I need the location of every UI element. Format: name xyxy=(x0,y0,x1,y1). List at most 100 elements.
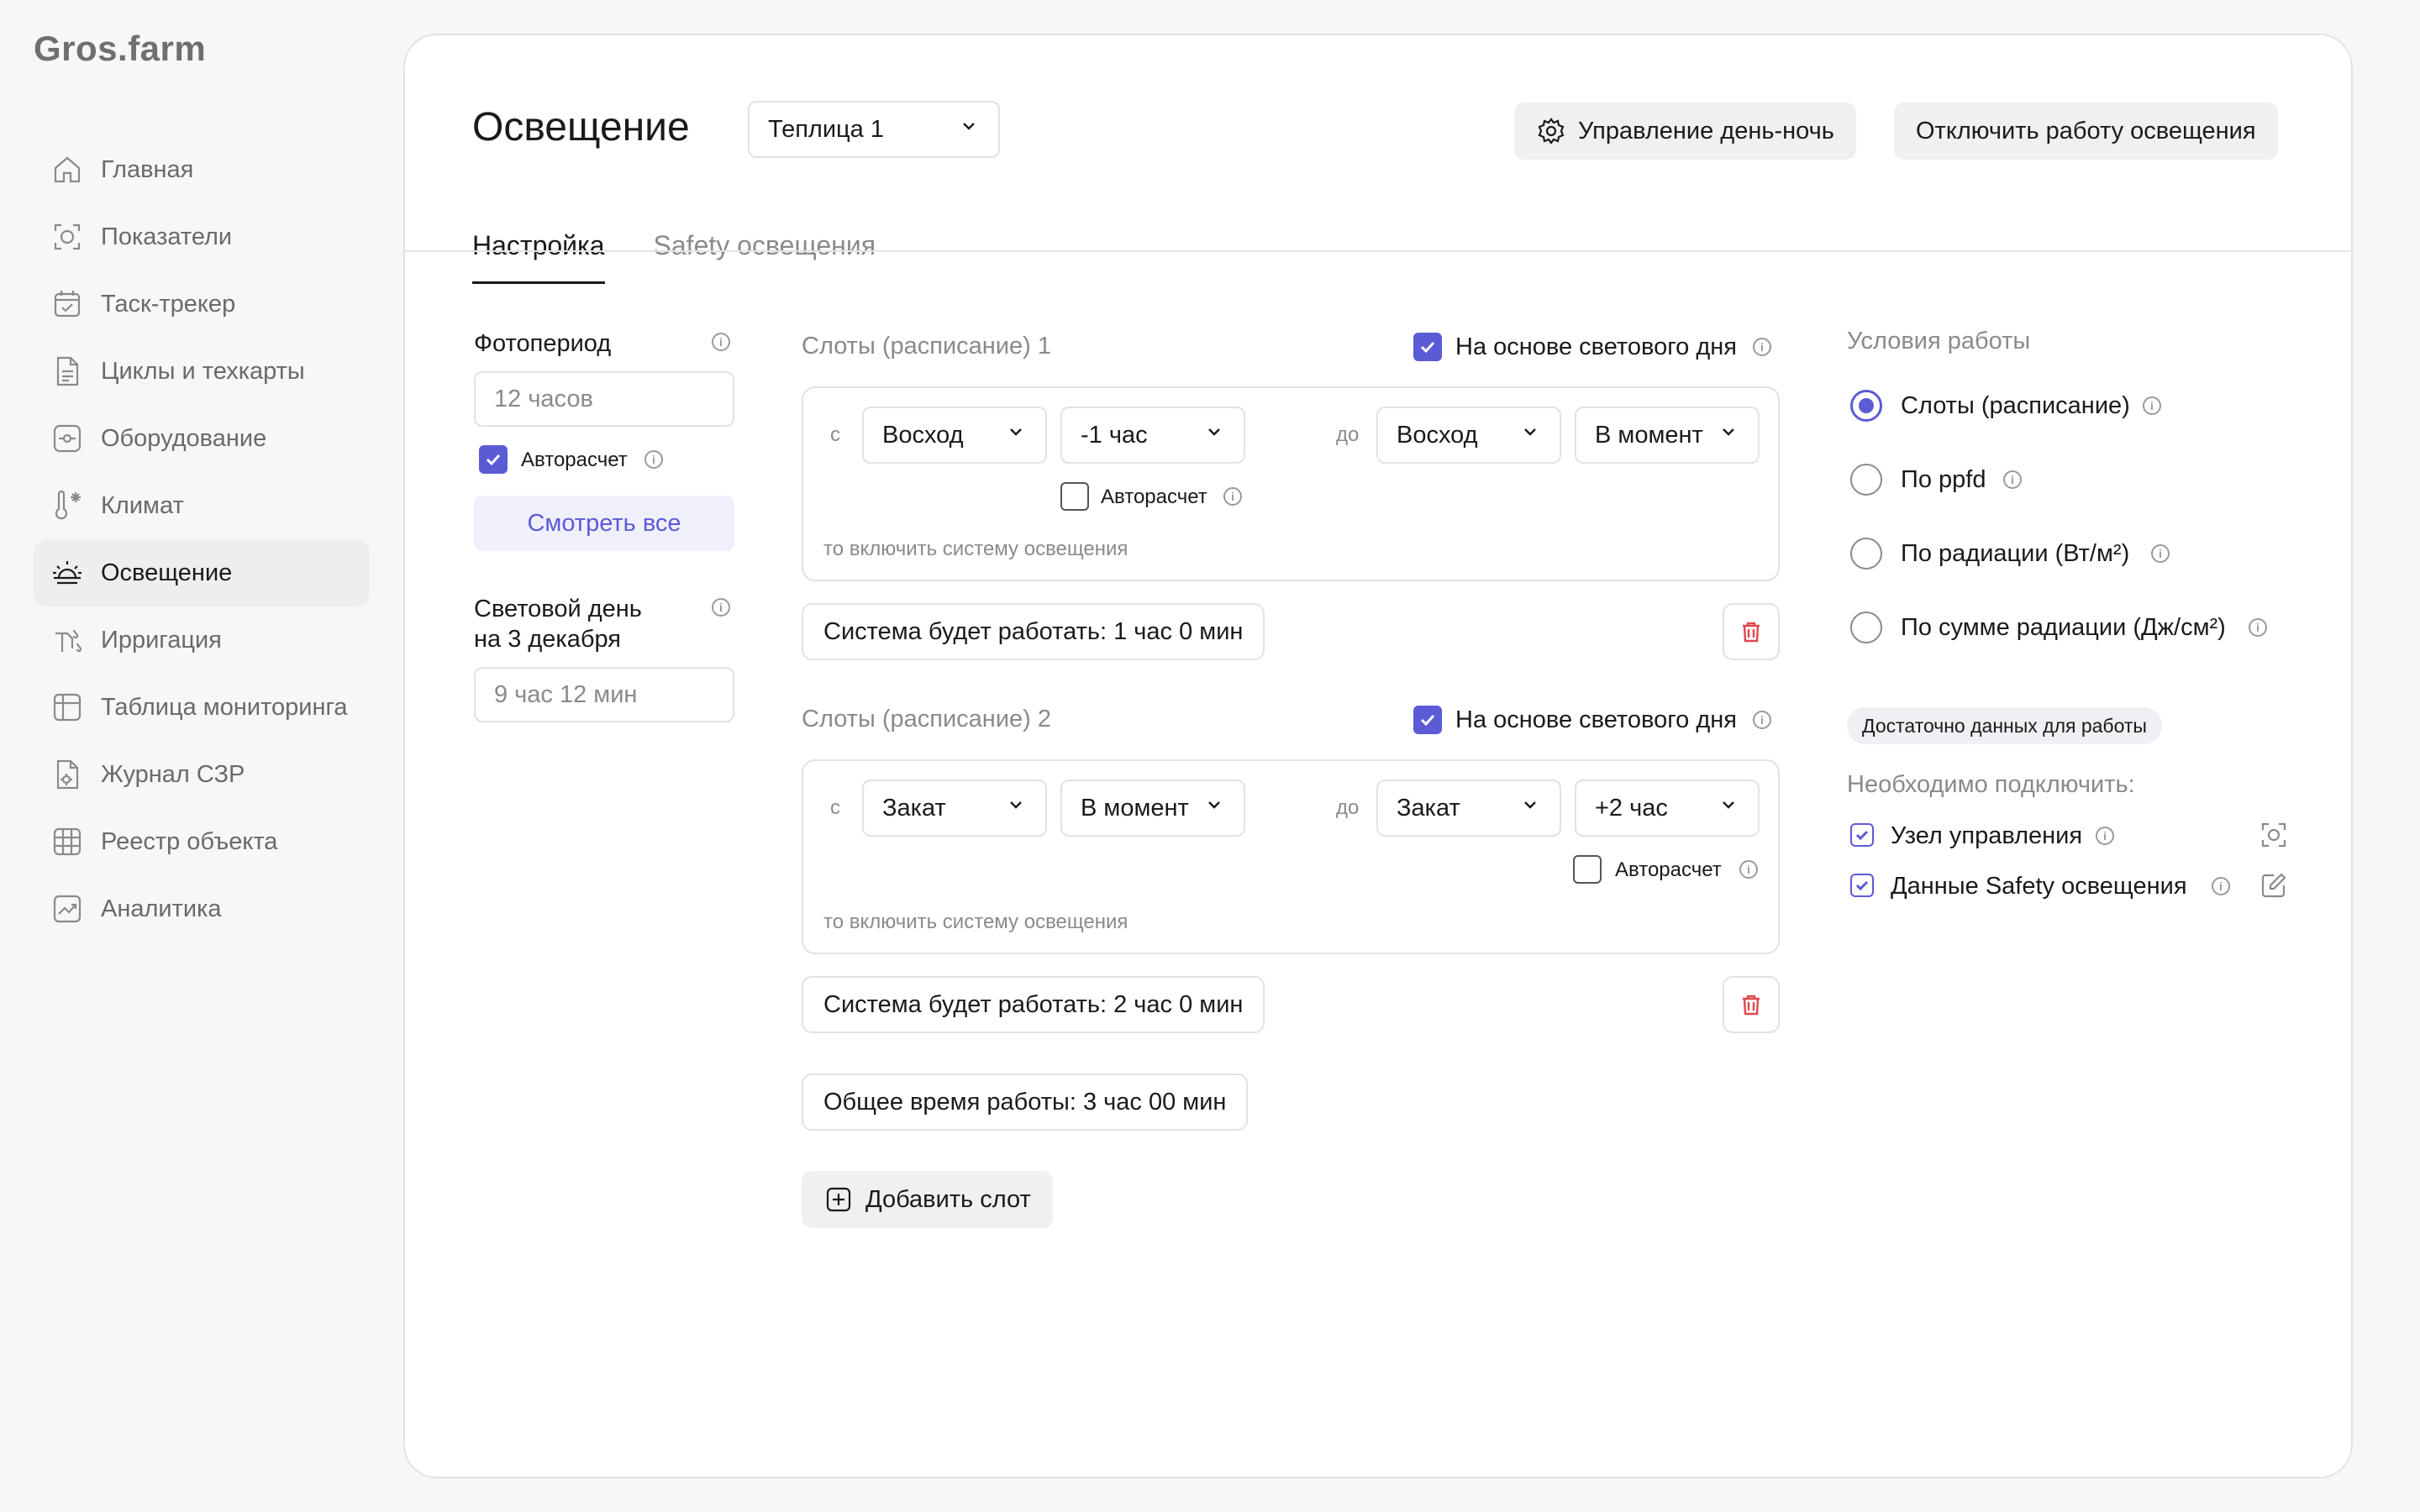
condition-radio-radiation[interactable] xyxy=(1850,538,1882,570)
slot-2-title: Слоты (расписание) 2 xyxy=(802,706,1051,732)
slot-2-to-event-value: Закат xyxy=(1397,794,1460,822)
greenhouse-select[interactable]: Теплица 1 xyxy=(748,101,1000,158)
slot-2-to-offset-value: +2 час xyxy=(1595,794,1668,822)
slot-1-from-label: с xyxy=(830,423,840,446)
condition-label-radiation-sum: По сумме радиации (Дж/см²) xyxy=(1901,614,2226,641)
sidebar-item-journal[interactable]: Журнал СЗР xyxy=(34,741,370,808)
info-icon[interactable]: i xyxy=(1223,487,1242,506)
equipment-icon xyxy=(50,422,84,455)
slot-1-work-time: Система будет работать: 1 час 0 мин xyxy=(802,603,1265,660)
sidebar-item-task-tracker[interactable]: Таск-трекер xyxy=(34,270,370,338)
sidebar-item-equipment[interactable]: Оборудование xyxy=(34,405,370,472)
slot-1-auto-checkbox[interactable] xyxy=(1060,482,1089,511)
tabs-divider xyxy=(405,250,2351,252)
daynight-button-label: Управление день-ночь xyxy=(1578,117,1834,144)
chevron-down-icon xyxy=(1519,794,1541,822)
info-icon[interactable]: i xyxy=(2096,827,2114,845)
main-panel: Освещение Теплица 1 Управление день-ночь… xyxy=(403,34,2353,1478)
info-icon[interactable]: i xyxy=(712,333,730,351)
slot-2-auto-checkbox[interactable] xyxy=(1573,855,1602,884)
control-node-scan-button[interactable] xyxy=(2259,820,2289,850)
slot-2-from-offset-value: В момент xyxy=(1081,794,1189,822)
chevron-down-icon xyxy=(1718,794,1739,822)
info-icon[interactable]: i xyxy=(712,598,730,617)
chart-icon xyxy=(50,892,84,926)
slot-1-from-event-select[interactable]: Восход xyxy=(862,407,1047,464)
photoperiod-label: Фотопериод xyxy=(474,330,612,357)
safety-data-edit-button[interactable] xyxy=(2259,870,2289,900)
lightday-input[interactable]: 9 час 12 мин xyxy=(474,667,734,722)
sunrise-icon xyxy=(50,556,84,590)
table-icon xyxy=(50,690,84,724)
daynight-button[interactable]: Управление день-ночь xyxy=(1514,102,1856,160)
home-icon xyxy=(50,153,84,186)
slot-1-to-event-select[interactable]: Восход xyxy=(1376,407,1561,464)
slot-1-from-offset-select[interactable]: -1 час xyxy=(1060,407,1245,464)
condition-label-slots: Слоты (расписание) xyxy=(1901,392,2130,419)
sidebar-item-label: Показатели xyxy=(101,223,233,250)
sidebar-item-label: Циклы и техкарты xyxy=(101,357,305,385)
info-icon[interactable]: i xyxy=(2003,470,2022,489)
condition-radio-radiation-sum[interactable] xyxy=(1850,612,1882,643)
condition-radio-ppfd[interactable] xyxy=(1850,464,1882,496)
tab-settings[interactable]: Настройка xyxy=(472,230,605,284)
slot-1-delete-button[interactable] xyxy=(1723,603,1780,660)
chevron-down-icon xyxy=(958,115,980,144)
sidebar-item-lighting[interactable]: Освещение xyxy=(34,539,370,606)
info-icon[interactable]: i xyxy=(1753,711,1771,729)
document-icon xyxy=(50,354,84,388)
slot-2-from-event-select[interactable]: Закат xyxy=(862,780,1047,837)
chevron-down-icon xyxy=(1718,421,1739,449)
sidebar-item-indicators[interactable]: Показатели xyxy=(34,203,370,270)
sidebar-item-irrigation[interactable]: Ирригация xyxy=(34,606,370,674)
slot-2-to-offset-select[interactable]: +2 час xyxy=(1575,780,1760,837)
slot-2-to-event-select[interactable]: Закат xyxy=(1376,780,1561,837)
sidebar: Главная Показатели Таск-трекер Циклы и т… xyxy=(34,136,370,942)
thermometer-icon xyxy=(50,489,84,522)
slot-2-delete-button[interactable] xyxy=(1723,976,1780,1033)
tab-safety-lighting[interactable]: Safety освещения xyxy=(654,230,876,284)
info-icon[interactable]: i xyxy=(1739,860,1758,879)
safety-data-checkbox[interactable] xyxy=(1850,874,1874,897)
slot-1-from-event-value: Восход xyxy=(882,421,964,449)
info-icon[interactable]: i xyxy=(1753,338,1771,356)
need-connect-label: Необходимо подключить: xyxy=(1847,771,2135,798)
control-node-checkbox[interactable] xyxy=(1850,823,1874,847)
sidebar-item-label: Таск-трекер xyxy=(101,290,236,318)
sidebar-item-registry[interactable]: Реестр объекта xyxy=(34,808,370,875)
slot-2-from-label: с xyxy=(830,796,840,819)
disable-lighting-button[interactable]: Отключить работу освещения xyxy=(1894,102,2278,160)
sidebar-item-label: Ирригация xyxy=(101,626,222,654)
page-title: Освещение xyxy=(472,105,690,150)
slot-1-to-label: до xyxy=(1336,423,1360,446)
info-icon[interactable]: i xyxy=(2151,544,2170,563)
chevron-down-icon xyxy=(1203,421,1225,449)
slot-1-to-offset-select[interactable]: В момент xyxy=(1575,407,1760,464)
slot-1-daylight-checkbox[interactable] xyxy=(1413,333,1442,361)
check-icon xyxy=(1855,880,1869,891)
sidebar-item-climate[interactable]: Климат xyxy=(34,472,370,539)
view-all-button[interactable]: Смотреть все xyxy=(474,496,734,551)
info-icon[interactable]: i xyxy=(2143,396,2161,415)
trash-icon xyxy=(1743,995,1760,1016)
sidebar-item-cycles[interactable]: Циклы и техкарты xyxy=(34,338,370,405)
sidebar-item-home[interactable]: Главная xyxy=(34,136,370,203)
camera-icon xyxy=(50,220,84,254)
sidebar-item-monitoring-table[interactable]: Таблица мониторинга xyxy=(34,674,370,741)
add-slot-button[interactable]: Добавить слот xyxy=(802,1171,1053,1228)
info-icon[interactable]: i xyxy=(2212,877,2230,895)
slot-2-daylight-checkbox[interactable] xyxy=(1413,706,1442,734)
check-icon xyxy=(486,454,501,466)
photoperiod-input[interactable]: 12 часов xyxy=(474,371,734,427)
tabs: Настройка Safety освещения xyxy=(472,230,924,284)
condition-radio-slots[interactable] xyxy=(1850,390,1882,422)
sidebar-item-analytics[interactable]: Аналитика xyxy=(34,875,370,942)
info-icon[interactable]: i xyxy=(2249,618,2267,637)
sidebar-item-label: Реестр объекта xyxy=(101,827,278,855)
irrigation-icon xyxy=(50,623,84,657)
slot-1-to-offset-value: В момент xyxy=(1595,421,1703,449)
slot-2-from-offset-select[interactable]: В момент xyxy=(1060,780,1245,837)
photoperiod-auto-checkbox[interactable] xyxy=(479,445,508,474)
info-icon[interactable]: i xyxy=(644,450,663,469)
lightday-label: Световой день xyxy=(474,596,642,622)
